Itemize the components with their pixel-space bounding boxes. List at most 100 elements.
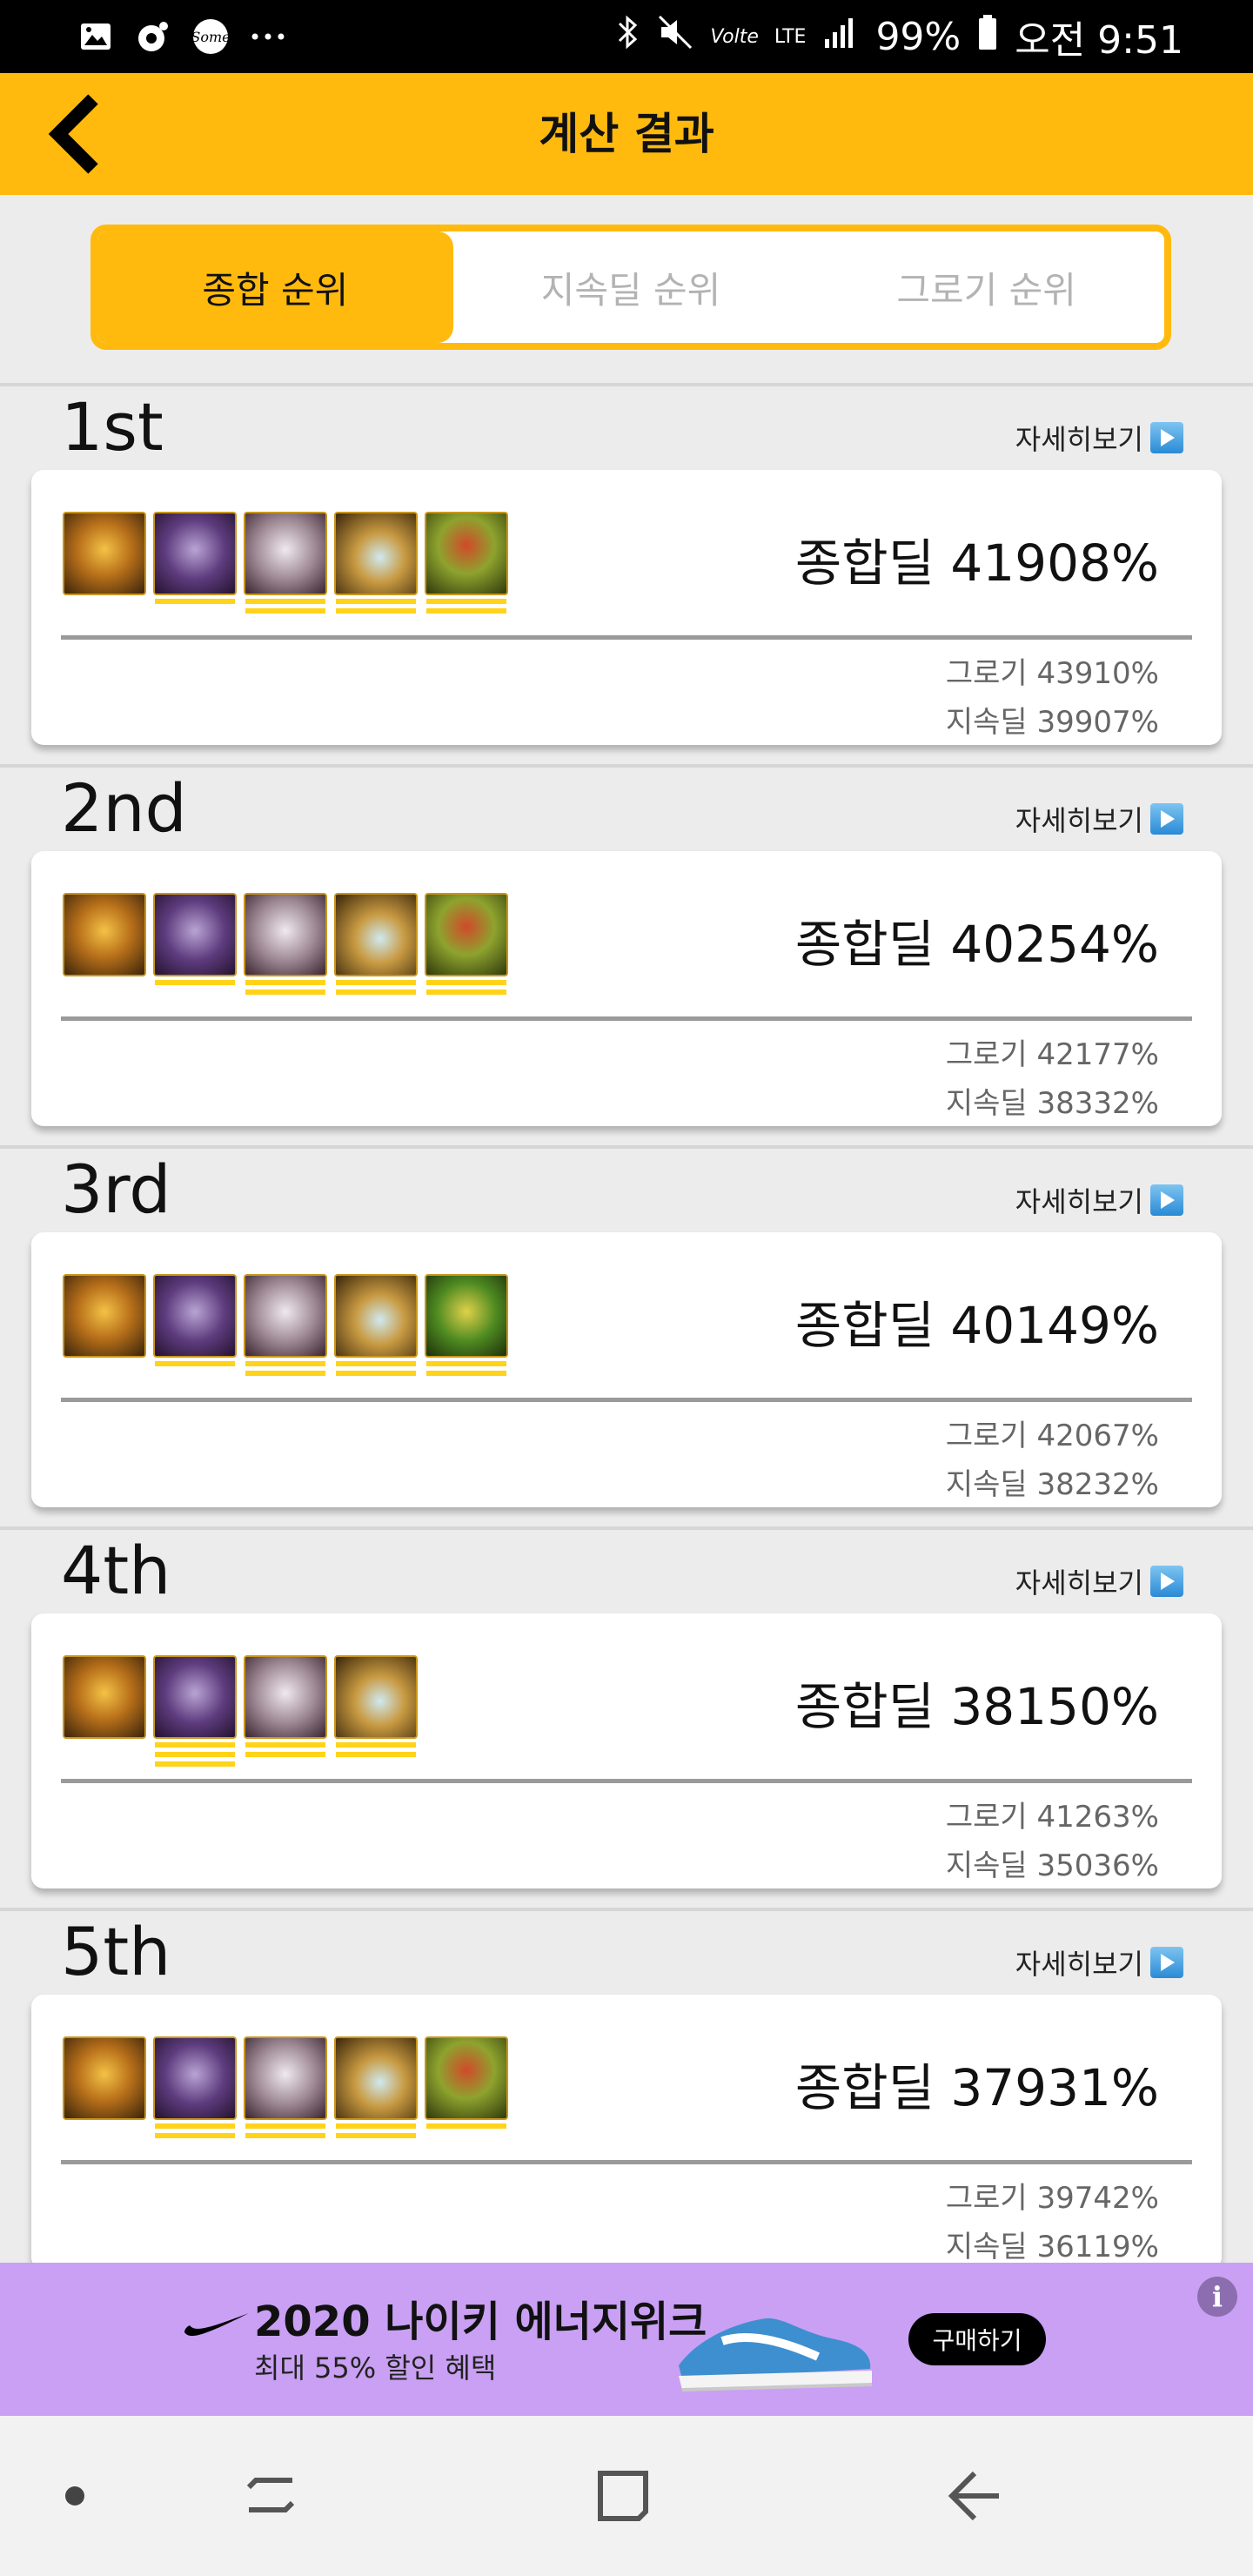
home-button[interactable] <box>588 2461 658 2531</box>
upgrade-bar <box>245 1752 325 1757</box>
rank-label: 3rd <box>61 1150 171 1228</box>
upgrade-bars <box>153 1361 237 1366</box>
view-detail-link[interactable]: 자세히보기 <box>1015 1180 1183 1220</box>
result-card[interactable]: 종합딜 40254% 그로기 42177% 지속딜 38332% <box>31 851 1222 1126</box>
play-arrow-icon <box>1150 1184 1183 1216</box>
rank-label: 2nd <box>61 769 187 847</box>
upgrade-bar <box>426 1361 506 1366</box>
gold-orb-icon <box>63 512 146 595</box>
upgrade-bars <box>244 599 327 614</box>
equipment-icons <box>63 1274 508 1376</box>
play-arrow-icon <box>1150 422 1183 453</box>
tab-overall-rank[interactable]: 종합 순위 <box>97 231 453 343</box>
equipment-item <box>244 512 327 614</box>
status-bar: Some Volte LTE 99% 오전 9:51 <box>0 0 1253 73</box>
nav-dot-button[interactable] <box>40 2461 110 2531</box>
tab-sustained-rank[interactable]: 지속딜 순위 <box>453 231 809 343</box>
bluetooth-icon <box>614 13 640 61</box>
result-card[interactable]: 종합딜 38150% 그로기 41263% 지속딜 35036% <box>31 1613 1222 1888</box>
upgrade-bars <box>153 980 237 985</box>
play-arrow-icon <box>1150 1566 1183 1597</box>
blade-icon <box>334 1274 418 1358</box>
back-nav-button[interactable] <box>940 2461 1009 2531</box>
play-arrow-icon <box>1150 803 1183 835</box>
clock: 오전 9:51 <box>1015 18 1183 63</box>
equipment-item <box>244 1274 327 1376</box>
recent-apps-icon <box>246 2478 295 2512</box>
divider <box>0 1908 1253 1911</box>
upgrade-bar <box>336 980 416 985</box>
groggy-damage: 그로기 42067% <box>945 1419 1159 1453</box>
view-detail-link[interactable]: 자세히보기 <box>1015 799 1183 839</box>
tab-groggy-rank[interactable]: 그로기 순위 <box>808 231 1164 343</box>
upgrade-bar <box>426 1371 506 1376</box>
more-icon <box>249 17 287 56</box>
purple-gear-icon <box>153 1274 237 1358</box>
equipment-item <box>63 512 146 614</box>
view-detail-link[interactable]: 자세히보기 <box>1015 1942 1183 1982</box>
upgrade-bars <box>425 980 508 995</box>
card-divider <box>61 1398 1192 1402</box>
upgrade-bar <box>155 599 235 604</box>
upgrade-bar <box>336 1371 416 1376</box>
sustained-damage: 지속딜 36119% <box>945 2230 1159 2264</box>
view-detail-link[interactable]: 자세히보기 <box>1015 418 1183 458</box>
equipment-icons <box>63 893 508 995</box>
equipment-item <box>244 1655 327 1767</box>
green-emblem-icon <box>425 1274 508 1358</box>
sustained-damage: 지속딜 38232% <box>945 1467 1159 1502</box>
divider <box>0 383 1253 386</box>
gold-orb-icon <box>63 2036 146 2120</box>
lte-indicator: LTE <box>774 25 807 48</box>
upgrade-bar <box>336 1742 416 1748</box>
rank-label: 1st <box>61 388 164 466</box>
groggy-damage: 그로기 43910% <box>945 656 1159 691</box>
recent-apps-button[interactable] <box>238 2461 308 2531</box>
view-detail-label: 자세히보기 <box>1015 1566 1143 1600</box>
equipment-item <box>63 1655 146 1767</box>
dot-icon <box>65 2486 84 2506</box>
sustained-damage: 지속딜 39907% <box>945 705 1159 740</box>
silver-helm-icon <box>244 893 327 976</box>
ad-banner[interactable]: 2020 나이키 에너지위크 최대 55% 할인 혜택 구매하기 i <box>0 2263 1253 2416</box>
rank-label: 4th <box>61 1532 171 1609</box>
upgrade-bars <box>244 980 327 995</box>
equipment-icons <box>63 1655 418 1767</box>
divider <box>0 1145 1253 1149</box>
gallery-icon <box>77 17 115 56</box>
upgrade-bars <box>153 1742 237 1767</box>
upgrade-bar <box>336 2123 416 2129</box>
sustained-damage: 지속딜 38332% <box>945 1086 1159 1121</box>
volte-indicator: Volte <box>710 25 759 48</box>
card-divider <box>61 635 1192 640</box>
equipment-item <box>244 2036 327 2138</box>
ad-info-icon[interactable]: i <box>1197 2277 1237 2317</box>
ad-buy-button[interactable]: 구매하기 <box>908 2313 1046 2365</box>
signal-icon <box>821 13 860 61</box>
equipment-item <box>153 2036 237 2138</box>
equipment-item <box>425 1274 508 1376</box>
upgrade-bar <box>245 989 325 995</box>
equipment-item <box>153 1274 237 1376</box>
play-arrow-icon <box>1150 1947 1183 1978</box>
gold-orb-icon <box>63 893 146 976</box>
view-detail-label: 자세히보기 <box>1015 804 1143 837</box>
silver-helm-icon <box>244 2036 327 2120</box>
rank-label: 5th <box>61 1913 171 1990</box>
upgrade-bars <box>334 1361 418 1376</box>
upgrade-bar <box>336 1752 416 1757</box>
purple-gear-icon <box>153 1655 237 1739</box>
view-detail-link[interactable]: 자세히보기 <box>1015 1561 1183 1601</box>
result-card[interactable]: 종합딜 40149% 그로기 42067% 지속딜 38232% <box>31 1232 1222 1507</box>
divider <box>0 764 1253 768</box>
upgrade-bars <box>244 1361 327 1376</box>
upgrade-bars <box>153 599 237 604</box>
result-card[interactable]: 종합딜 41908% 그로기 43910% 지속딜 39907% <box>31 470 1222 745</box>
view-detail-label: 자세히보기 <box>1015 1185 1143 1218</box>
total-damage: 종합딜 40149% <box>794 1296 1159 1355</box>
groggy-damage: 그로기 41263% <box>945 1800 1159 1835</box>
upgrade-bars <box>425 599 508 614</box>
upgrade-bars <box>334 1742 418 1757</box>
result-card[interactable]: 종합딜 37931% 그로기 39742% 지속딜 36119% <box>31 1995 1222 2270</box>
card-divider <box>61 1779 1192 1783</box>
